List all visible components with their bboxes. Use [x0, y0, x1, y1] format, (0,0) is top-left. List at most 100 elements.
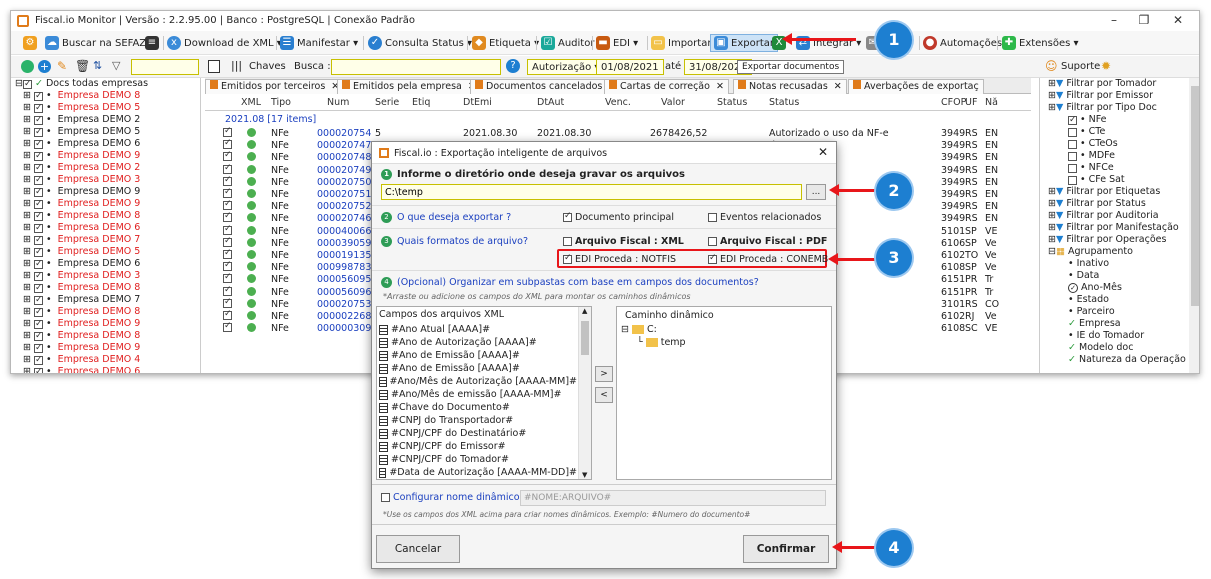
- fmt-xml-checkbox[interactable]: Arquivo Fiscal : XML: [563, 236, 684, 247]
- column-header[interactable]: Num: [327, 97, 349, 108]
- company-search-input[interactable]: [131, 59, 199, 75]
- company-tree-item[interactable]: ⊞ • Empresa DEMO 5: [11, 126, 200, 138]
- column-header[interactable]: CFOP: [941, 97, 966, 108]
- document-tab[interactable]: Emitidos por terceiros ✕: [205, 79, 345, 94]
- date-from-input[interactable]: 01/08/2021: [596, 59, 664, 75]
- xml-field-item[interactable]: #Data de Autorização [AAAA-MM-DD]#: [379, 466, 577, 479]
- table-row[interactable]: NFe 0000207545 2021.08.30 2021.08.30 2678426…: [205, 126, 1031, 140]
- xml-field-item[interactable]: #CNPJ/CPF do Destinatário#: [379, 427, 577, 440]
- xml-field-item[interactable]: #CNPJ do Transportador#: [379, 414, 577, 427]
- dyn-name-checkbox[interactable]: Configurar nome dinâmico?: [381, 492, 525, 503]
- filter-tree-item[interactable]: ⊞ ▼ Filtrar por Tipo Doc: [1040, 102, 1199, 114]
- dialog-close-icon[interactable]: ✕: [818, 145, 828, 159]
- document-tab[interactable]: Documentos cancelados✕: [470, 79, 622, 94]
- chaves-button[interactable]: Chaves: [249, 61, 286, 72]
- group-row[interactable]: 2021.08 [17 items]: [225, 114, 316, 125]
- company-tree-item[interactable]: ⊞ • Empresa DEMO 5: [11, 102, 200, 114]
- column-header[interactable]: Valor: [661, 97, 685, 108]
- tree-root[interactable]: ⊟ ✓ Docs todas empresas: [11, 78, 200, 90]
- filter-tree-item[interactable]: • CFe Sat: [1040, 174, 1199, 186]
- company-tree-item[interactable]: ⊞ • Empresa DEMO 3: [11, 174, 200, 186]
- filter-tree-item[interactable]: ⊞ ▼ Filtrar por Emissor: [1040, 90, 1199, 102]
- company-tree-item[interactable]: ⊞ • Empresa DEMO 8: [11, 282, 200, 294]
- document-tab[interactable]: Notas recusadas ✕: [733, 79, 847, 94]
- xml-field-item[interactable]: #Ano de Autorização [AAAA]#: [379, 336, 577, 349]
- browse-button[interactable]: ...: [806, 184, 826, 200]
- sort-icon[interactable]: ⇅: [93, 59, 102, 72]
- column-header[interactable]: XML: [241, 97, 261, 108]
- automacoes-button[interactable]: ● Automações: [923, 34, 1002, 52]
- help-icon[interactable]: ?: [506, 59, 520, 73]
- company-tree-item[interactable]: ⊞ • Empresa DEMO 3: [11, 270, 200, 282]
- exportar-button[interactable]: ▣ Exportar: [710, 34, 778, 52]
- company-tree-item[interactable]: ⊞ • Empresa DEMO 2: [11, 162, 200, 174]
- document-tab[interactable]: Emitidos pela empresa✕: [337, 79, 481, 94]
- company-tree-item[interactable]: ⊞ • Empresa DEMO 8: [11, 210, 200, 222]
- filter-tree-item[interactable]: • IE do Tomador: [1040, 330, 1199, 342]
- add-icon[interactable]: +: [38, 60, 51, 73]
- filter-tree-scrollbar[interactable]: [1189, 78, 1199, 373]
- filter-tree-item[interactable]: ⊞ ▼ Filtrar por Auditoria: [1040, 210, 1199, 222]
- column-header[interactable]: Venc.: [605, 97, 631, 108]
- dynamic-path-tree[interactable]: Caminho dinâmico ⊟ C: └ temp: [616, 306, 832, 480]
- opt-principal-checkbox[interactable]: Documento principal: [563, 211, 674, 223]
- company-tree-item[interactable]: ⊞ • Empresa DEMO 6: [11, 258, 200, 270]
- consulta-status-button[interactable]: ✓ Consulta Status ▾: [368, 34, 472, 52]
- manifestar-button[interactable]: ☰ Manifestar ▾: [280, 34, 358, 52]
- filter-tree-item[interactable]: • NFCe: [1040, 162, 1199, 174]
- column-header[interactable]: Etiq: [412, 97, 430, 108]
- close-button[interactable]: ✕: [1163, 13, 1193, 29]
- maximize-button[interactable]: ❐: [1129, 13, 1159, 29]
- confirm-button[interactable]: Confirmar: [743, 535, 829, 563]
- extensoes-button[interactable]: ✚ Extensões ▾: [1002, 34, 1079, 52]
- filter-tree-item[interactable]: • NFe: [1040, 114, 1199, 126]
- tab-close-icon[interactable]: ✕: [834, 81, 842, 92]
- filter-tree-item[interactable]: ⊞ ▼ Filtrar por Operações: [1040, 234, 1199, 246]
- remove-field-button[interactable]: <: [595, 387, 613, 403]
- etiqueta-button[interactable]: ◆ Etiqueta ▾: [472, 34, 539, 52]
- column-header[interactable]: Status: [769, 97, 799, 108]
- busca-input[interactable]: [331, 59, 501, 75]
- column-header[interactable]: Status: [717, 97, 747, 108]
- company-tree-item[interactable]: ⊞ • Empresa DEMO 9: [11, 318, 200, 330]
- filter-tree-item[interactable]: • CTe: [1040, 126, 1199, 138]
- autorizacao-dropdown[interactable]: Autorização ▾: [527, 59, 605, 75]
- company-tree-item[interactable]: ⊞ • Empresa DEMO 4: [11, 354, 200, 366]
- xml-field-item[interactable]: #Ano de Emissão [AAAA]#: [379, 362, 577, 375]
- cancel-button[interactable]: Cancelar: [376, 535, 460, 563]
- xml-fields-list[interactable]: Campos dos arquivos XML #Ano Atual [AAAA…: [376, 306, 592, 480]
- edit-icon[interactable]: ✎: [57, 59, 67, 73]
- filter-tree-item[interactable]: • CTeOs: [1040, 138, 1199, 150]
- path-root[interactable]: ⊟ C:: [621, 324, 657, 335]
- document-tab[interactable]: Cartas de correção ✕: [604, 79, 729, 94]
- fmt-conemb-checkbox[interactable]: EDI Proceda : CONEMB: [708, 253, 828, 265]
- company-tree-item[interactable]: ⊞ • Empresa DEMO 6: [11, 222, 200, 234]
- filter-tree-item[interactable]: ✓ Natureza da Operação: [1040, 354, 1199, 366]
- list-icon[interactable]: ≡: [145, 34, 162, 52]
- xml-field-item[interactable]: #Ano Atual [AAAA]#: [379, 323, 577, 336]
- column-header[interactable]: Nă: [985, 97, 998, 108]
- filter-icon[interactable]: ▽: [112, 59, 120, 72]
- filter-tree-item[interactable]: • Inativo: [1040, 258, 1199, 270]
- directory-input[interactable]: [381, 184, 802, 200]
- refresh-icon[interactable]: [21, 60, 34, 73]
- company-tree-item[interactable]: ⊞ • Empresa DEMO 8: [11, 306, 200, 318]
- filter-tree-item[interactable]: ⊞ ▼ Filtrar por Tomador: [1040, 78, 1199, 90]
- filter-tree-item[interactable]: ⊞ ▼ Filtrar por Status: [1040, 198, 1199, 210]
- filter-tree-item[interactable]: • Data: [1040, 270, 1199, 282]
- company-tree-item[interactable]: ⊞ • Empresa DEMO 7: [11, 234, 200, 246]
- dyn-name-input[interactable]: [520, 490, 826, 506]
- suporte-button[interactable]: Suporte: [1061, 61, 1100, 72]
- company-tree-item[interactable]: ⊞ • Empresa DEMO 9: [11, 198, 200, 210]
- filter-tree-item[interactable]: ⊟ ▦ Agrupamento: [1040, 246, 1199, 258]
- doc-list-icon[interactable]: [208, 60, 220, 73]
- auditor-button[interactable]: ☑ Auditor: [541, 34, 594, 52]
- gear-icon[interactable]: ✹: [1101, 59, 1111, 73]
- xml-field-item[interactable]: #Ano de Emissão [AAAA]#: [379, 349, 577, 362]
- fields-scrollbar[interactable]: ▲ ▼: [578, 307, 591, 479]
- fmt-pdf-checkbox[interactable]: Arquivo Fiscal : PDF: [708, 236, 827, 247]
- xml-field-item[interactable]: #Chave do Documento#: [379, 401, 577, 414]
- opt-eventos-checkbox[interactable]: Eventos relacionados: [708, 212, 821, 223]
- document-tab[interactable]: Averbações de exportaç: [848, 79, 984, 94]
- company-tree-item[interactable]: ⊞ • Empresa DEMO 6: [11, 138, 200, 150]
